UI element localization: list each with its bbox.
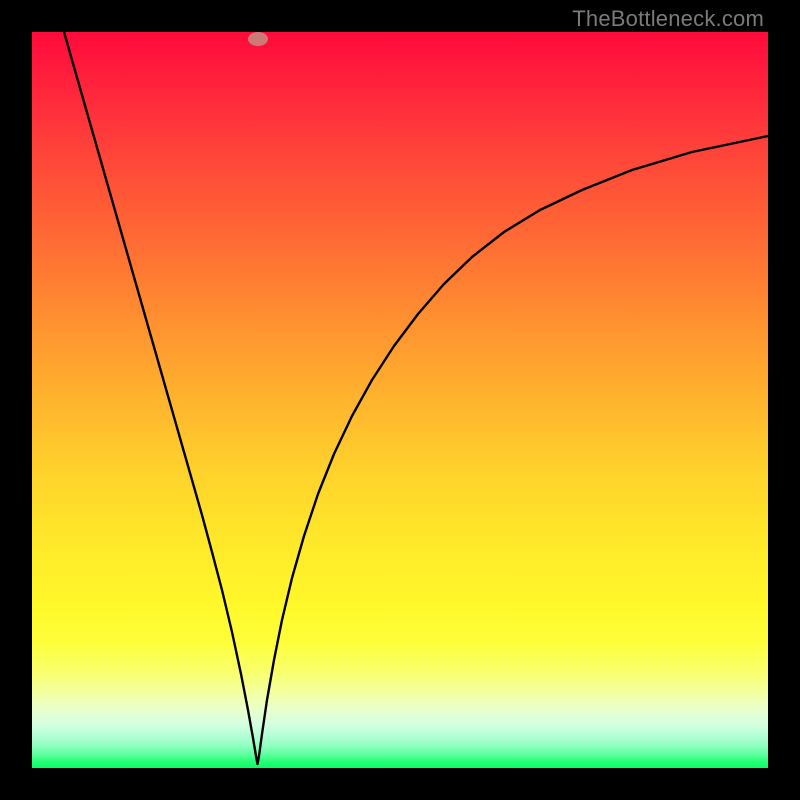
chart-frame: TheBottleneck.com — [0, 0, 800, 800]
optimal-marker — [248, 32, 268, 46]
plot-area — [32, 32, 768, 768]
curve-svg — [32, 32, 768, 768]
watermark-text: TheBottleneck.com — [572, 6, 764, 32]
bottleneck-curve — [64, 32, 768, 764]
